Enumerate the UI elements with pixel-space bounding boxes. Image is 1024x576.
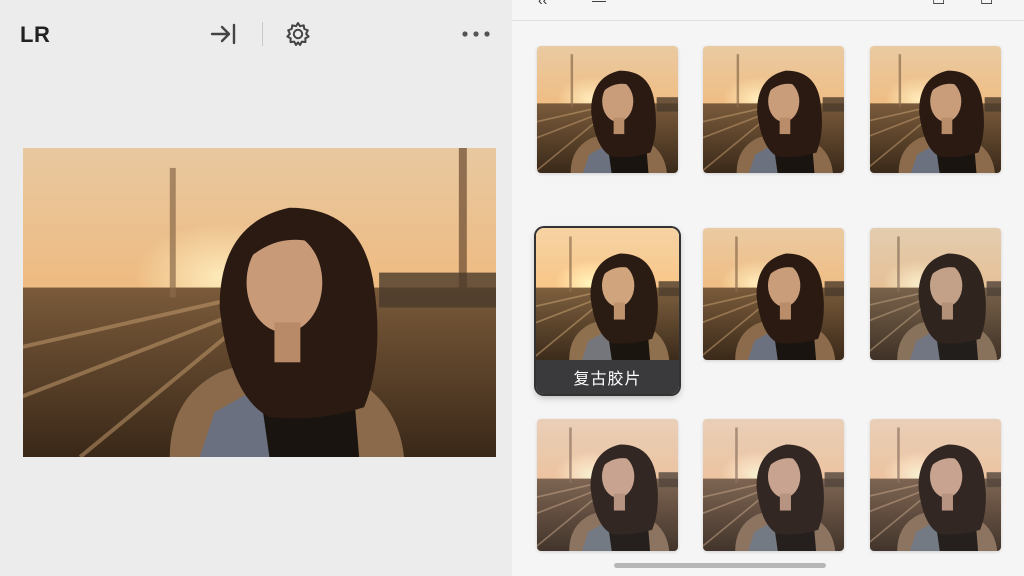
preset-thumbnail[interactable] [703, 46, 844, 173]
preset-thumbnail[interactable] [703, 419, 844, 551]
preset-thumbnail[interactable] [537, 46, 678, 173]
preset-preview-image [870, 46, 1001, 173]
preset-preview-image [870, 228, 1001, 360]
preset-label: 复古胶片 [536, 360, 679, 394]
gear-icon[interactable] [282, 18, 314, 50]
preset-thumbnail[interactable] [870, 419, 1001, 551]
back-glyph-fragment: ‹‹ [538, 0, 548, 8]
preset-preview-image [537, 46, 678, 173]
preset-preview-image [703, 46, 844, 173]
main-photo[interactable] [23, 148, 496, 457]
preset-thumbnail[interactable] [870, 228, 1001, 360]
preset-preview-image [870, 419, 1001, 551]
preset-preview-image [703, 228, 844, 360]
preset-thumbnail-selected[interactable]: 复古胶片 [536, 228, 679, 394]
top-strip: ‹‹ — ▭ ▭ [512, 0, 1024, 21]
preset-preview-image [703, 419, 844, 551]
preset-preview-image [537, 419, 678, 551]
title-glyph-fragment: — [592, 0, 606, 8]
toolbar-divider [262, 22, 263, 46]
preset-thumbnail[interactable] [537, 419, 678, 551]
scroll-indicator[interactable] [614, 563, 826, 568]
preset-thumbnail[interactable] [703, 228, 844, 360]
layout-icon-fragment[interactable]: ▭ [932, 0, 945, 9]
app-title: LR [20, 22, 51, 47]
export-arrow-icon[interactable] [208, 18, 240, 50]
share-icon-fragment[interactable]: ▭ [980, 0, 993, 9]
editor-pane: LR [0, 0, 512, 576]
more-options-icon[interactable] [459, 18, 493, 50]
preset-thumbnail[interactable] [870, 46, 1001, 173]
preset-preview-image [536, 228, 679, 360]
